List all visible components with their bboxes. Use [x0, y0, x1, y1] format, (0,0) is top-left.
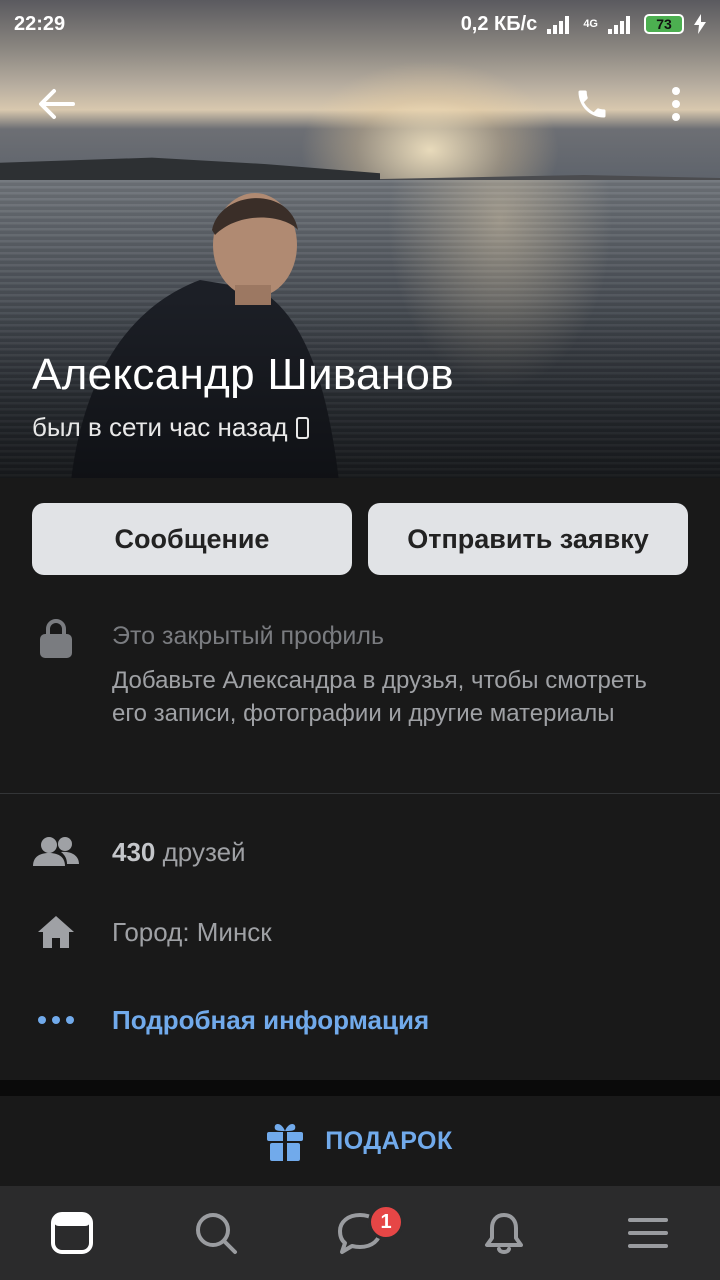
- menu-icon: [628, 1218, 668, 1248]
- more-button[interactable]: [648, 76, 704, 132]
- lock-icon: [40, 619, 72, 658]
- profile-online-status: был в сети час назад: [32, 412, 309, 443]
- friends-count: 430: [112, 836, 156, 867]
- home-icon: [32, 912, 80, 952]
- gift-button[interactable]: ПОДАРОК: [0, 1096, 720, 1186]
- closed-profile-description: Добавьте Александра в друзья, чтобы смот…: [112, 667, 647, 727]
- more-info-link[interactable]: Подробная информация: [112, 1005, 429, 1036]
- battery-indicator: 73: [644, 14, 684, 34]
- tab-notifications[interactable]: [432, 1186, 576, 1280]
- message-button[interactable]: Сообщение: [32, 503, 352, 575]
- closed-profile-title: Это закрытый профиль: [112, 622, 384, 650]
- news-icon: [51, 1212, 93, 1254]
- signal-icon-2: [608, 16, 630, 34]
- back-button[interactable]: [28, 76, 84, 132]
- friends-label: друзей: [162, 836, 246, 867]
- city-text: Город: Минск: [112, 916, 272, 947]
- gift-label: ПОДАРОК: [325, 1126, 453, 1155]
- tab-messages[interactable]: [288, 1186, 432, 1280]
- mobile-phone-icon: [295, 416, 309, 439]
- more-horizontal-icon: [32, 1000, 80, 1040]
- call-button[interactable]: [564, 76, 620, 132]
- messages-badge: 1: [368, 1204, 404, 1240]
- friends-count-text: 430 друзей: [112, 837, 246, 868]
- friend-request-button[interactable]: Отправить заявку: [368, 503, 688, 575]
- city-row: Город: Минск: [0, 902, 720, 962]
- tab-search[interactable]: [144, 1186, 288, 1280]
- more-info-row[interactable]: Подробная информация: [0, 990, 720, 1050]
- network-speed: 0,2 КБ/с: [460, 12, 538, 35]
- status-time: 22:29: [14, 12, 66, 35]
- charging-icon: [694, 14, 706, 34]
- profile-name: Александр Шиванов: [32, 350, 454, 399]
- arrow-left-icon: [39, 89, 75, 119]
- friends-icon: [32, 832, 80, 872]
- tab-news[interactable]: [0, 1186, 144, 1280]
- section-separator: [0, 1080, 720, 1096]
- phone-icon: [578, 90, 606, 118]
- tab-menu[interactable]: [576, 1186, 720, 1280]
- profile-actions: Сообщение Отправить заявку: [32, 503, 688, 575]
- online-status-text: был в сети час назад: [32, 412, 288, 442]
- divider: [0, 793, 720, 794]
- friends-row[interactable]: 430 друзей: [0, 822, 720, 882]
- gift-icon: [267, 1124, 304, 1161]
- network-type: 4G: [583, 18, 598, 30]
- more-vertical-icon: [672, 87, 680, 121]
- search-icon: [196, 1213, 237, 1254]
- signal-icon: [547, 16, 570, 34]
- status-bar: 22:29 0,2 КБ/с 4G 73: [0, 0, 720, 48]
- bottom-tab-bar: [0, 1186, 720, 1280]
- top-bar: [0, 68, 720, 140]
- notifications-icon: [485, 1213, 523, 1254]
